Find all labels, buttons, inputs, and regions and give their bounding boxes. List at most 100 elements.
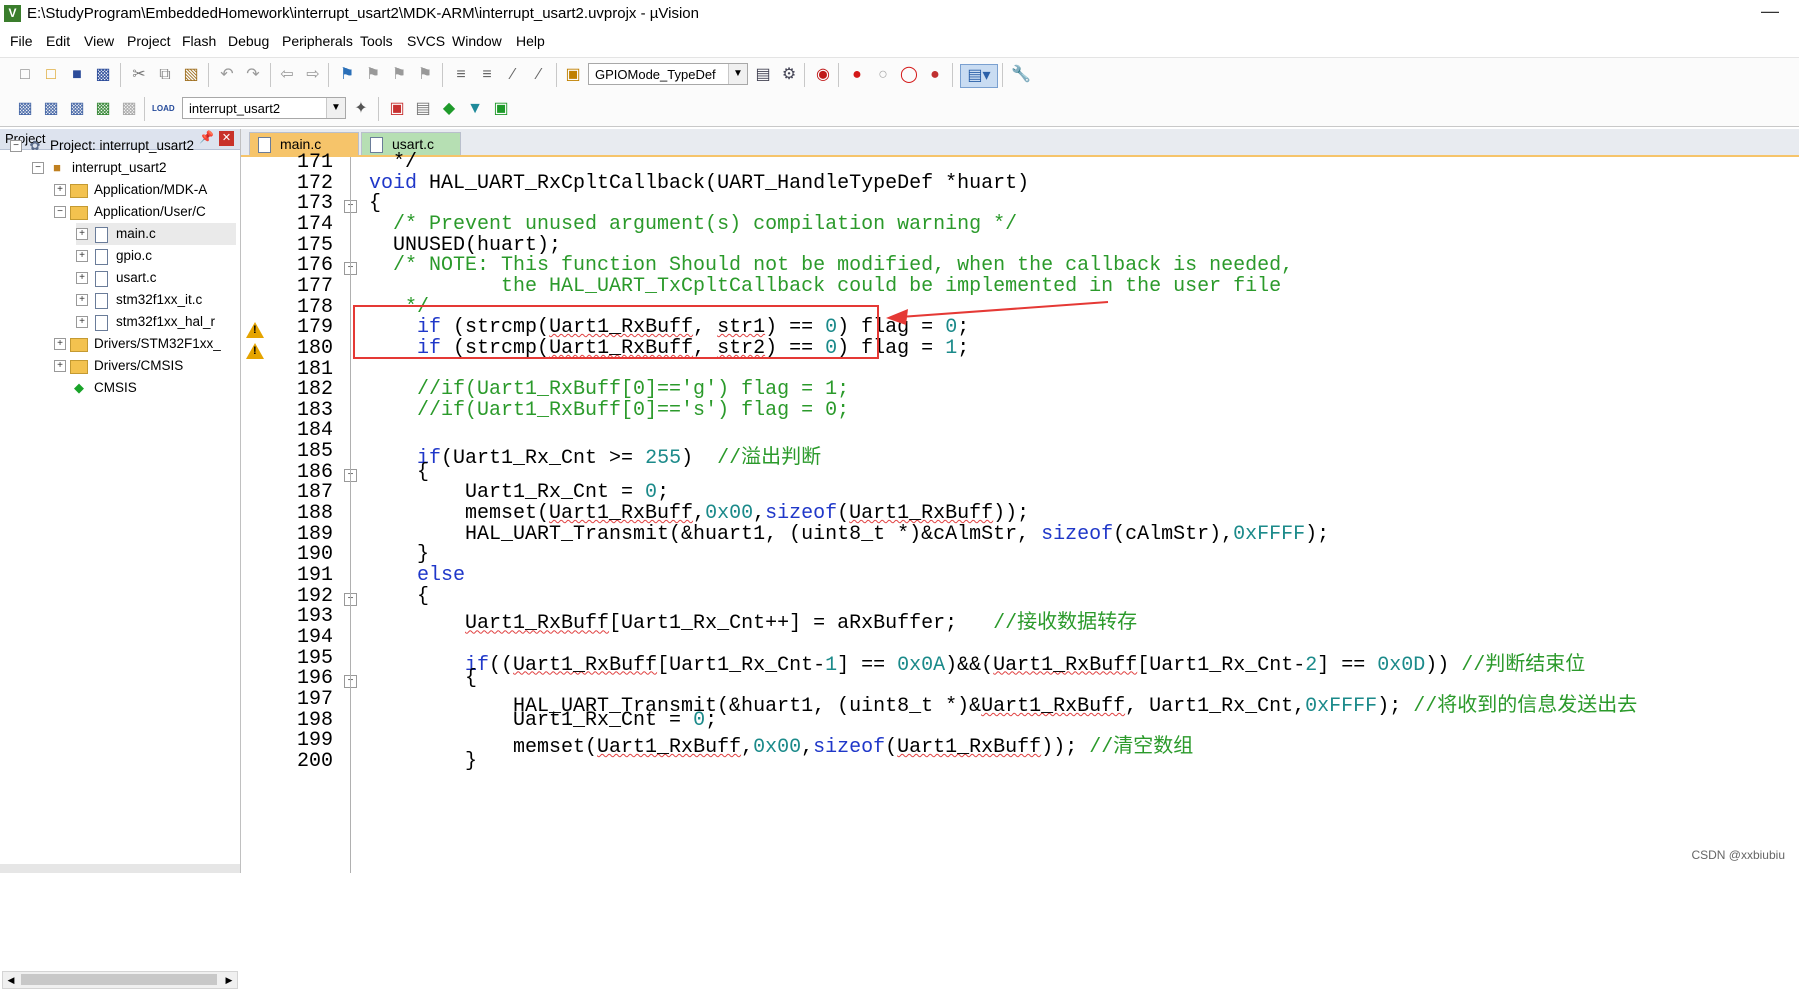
file-extensions-icon[interactable]: ▤ [412, 98, 434, 120]
code-line[interactable]: else [369, 564, 465, 587]
expand-icon[interactable]: + [54, 360, 66, 372]
undo-icon[interactable]: ↶ [216, 64, 238, 86]
target-options-icon[interactable]: ✦ [350, 98, 372, 120]
expand-icon[interactable]: + [76, 228, 88, 240]
code-line[interactable]: /* NOTE: This function Should not be mod… [369, 254, 1293, 277]
find-combo[interactable]: GPIOMode_TypeDef ▼ [588, 63, 748, 85]
expand-icon[interactable]: + [76, 250, 88, 262]
code-line[interactable]: if(Uart1_Rx_Cnt >= 255) //溢出判断 [369, 440, 821, 470]
unindent-icon[interactable]: ≡ [476, 64, 498, 86]
code-line[interactable]: */ [369, 151, 417, 174]
save-all-icon[interactable]: ▩ [92, 64, 114, 86]
menu-edit[interactable]: Edit [46, 33, 70, 49]
line-number: 198 [296, 708, 333, 732]
collapse-icon[interactable]: − [32, 162, 44, 174]
debug-settings-icon[interactable]: ⚙ [778, 64, 800, 86]
build-icon[interactable]: ▩ [40, 98, 62, 120]
translate-icon[interactable]: ▩ [14, 98, 36, 120]
menu-peripherals[interactable]: Peripherals [282, 33, 353, 49]
menu-tools[interactable]: Tools [360, 33, 393, 49]
tree-item-file[interactable]: + main.c [76, 223, 236, 245]
insert-breakpoint-icon[interactable]: ● [846, 64, 868, 86]
window-layout-icon[interactable]: ▤▾ [960, 64, 998, 88]
rebuild-icon[interactable]: ▩ [66, 98, 88, 120]
bookmark-prev-icon[interactable]: ⚑ [362, 64, 384, 86]
code-line[interactable]: Uart1_Rx_Cnt = 0; [369, 709, 717, 732]
expand-icon[interactable]: + [54, 338, 66, 350]
code-line[interactable]: { [369, 667, 477, 690]
menu-help[interactable]: Help [516, 33, 545, 49]
stop-build-icon[interactable]: ▩ [118, 98, 140, 120]
target-select[interactable]: interrupt_usart2 ▼ [182, 97, 346, 119]
configure-icon[interactable]: 🔧 [1010, 64, 1032, 86]
code-line[interactable]: memset(Uart1_RxBuff,0x00,sizeof(Uart1_Rx… [369, 729, 1193, 759]
bookmark-next-icon[interactable]: ⚑ [388, 64, 410, 86]
navigate-forward-icon[interactable]: ⇨ [302, 64, 324, 86]
download-load-icon[interactable]: LOAD [152, 98, 175, 120]
cut-icon[interactable]: ✂ [128, 64, 150, 86]
menu-svcs[interactable]: SVCS [407, 33, 445, 49]
redo-icon[interactable]: ↷ [242, 64, 264, 86]
navigate-back-icon[interactable]: ⇦ [276, 64, 298, 86]
manage-components-icon[interactable]: ▣ [386, 98, 408, 120]
code-line[interactable]: Uart1_RxBuff[Uart1_Rx_Cnt++] = aRxBuffer… [369, 605, 1137, 635]
indent-icon[interactable]: ≡ [450, 64, 472, 86]
expand-icon[interactable]: + [76, 316, 88, 328]
code-line[interactable]: the HAL_UART_TxCpltCallback could be imp… [369, 275, 1281, 298]
pack-installer-icon[interactable]: ▼ [464, 98, 486, 120]
find-in-files-icon[interactable]: ▣ [562, 64, 584, 86]
code-line[interactable]: //if(Uart1_RxBuff[0]=='s') flag = 0; [369, 399, 849, 422]
collapse-icon[interactable]: − [10, 140, 22, 152]
scroll-right-icon[interactable]: ▶ [221, 972, 237, 988]
close-icon[interactable]: ✕ [219, 131, 234, 146]
incremental-find-icon[interactable]: ▤ [752, 64, 774, 86]
expand-icon[interactable]: + [54, 184, 66, 196]
manage-run-time-icon[interactable]: ◆ [438, 98, 460, 120]
menu-debug[interactable]: Debug [228, 33, 269, 49]
code-line[interactable]: /* Prevent unused argument(s) compilatio… [369, 213, 1017, 236]
expand-icon[interactable]: + [76, 294, 88, 306]
code-line[interactable]: Uart1_Rx_Cnt = 0; [369, 481, 669, 504]
code-line[interactable]: UNUSED(huart); [369, 234, 561, 257]
horizontal-scrollbar[interactable]: ◀ ▶ [2, 971, 238, 989]
enable-breakpoint-icon[interactable]: ○ [872, 64, 894, 86]
menu-view[interactable]: View [84, 33, 114, 49]
new-file-icon[interactable]: □ [14, 64, 36, 86]
save-icon[interactable]: ■ [66, 64, 88, 86]
disable-breakpoints-icon[interactable]: ◯ [898, 64, 920, 86]
menu-file[interactable]: File [10, 33, 33, 49]
code-line[interactable]: //if(Uart1_RxBuff[0]=='g') flag = 1; [369, 378, 849, 401]
copy-icon[interactable]: ⧉ [154, 64, 176, 86]
bookmark-clear-icon[interactable]: ⚑ [414, 64, 436, 86]
collapse-icon[interactable]: − [54, 206, 66, 218]
paste-icon[interactable]: ▧ [180, 64, 202, 86]
code-editor[interactable]: */void HAL_UART_RxCpltCallback(UART_Hand… [241, 151, 1799, 873]
start-debug-icon[interactable]: ◉ [812, 64, 834, 86]
chevron-down-icon[interactable]: ▼ [728, 64, 747, 84]
code-line[interactable]: { [369, 461, 429, 484]
uncomment-icon[interactable]: ⁄ [528, 64, 550, 86]
comment-icon[interactable]: ⁄ [502, 64, 524, 86]
code-line[interactable]: if((Uart1_RxBuff[Uart1_Rx_Cnt-1] == 0x0A… [369, 647, 1585, 677]
batch-build-icon[interactable]: ▩ [92, 98, 114, 120]
menu-flash[interactable]: Flash [182, 33, 216, 49]
code-line[interactable]: void HAL_UART_RxCpltCallback(UART_Handle… [369, 172, 1029, 195]
chevron-down-icon[interactable]: ▼ [326, 98, 345, 118]
minimize-button[interactable]: — [1761, 1, 1779, 22]
code-line[interactable]: { [369, 192, 381, 215]
code-line[interactable]: HAL_UART_Transmit(&huart1, (uint8_t *)&c… [369, 523, 1329, 546]
code-line[interactable]: } [369, 750, 477, 773]
menu-project[interactable]: Project [127, 33, 171, 49]
bookmark-icon[interactable]: ⚑ [336, 64, 358, 86]
scroll-left-icon[interactable]: ◀ [3, 972, 19, 988]
open-folder-icon[interactable]: □ [40, 64, 62, 86]
kill-breakpoints-icon[interactable]: ● [924, 64, 946, 86]
code-line[interactable]: } [369, 543, 429, 566]
menu-window[interactable]: Window [452, 33, 502, 49]
pin-icon[interactable]: 📌 [199, 130, 214, 144]
code-line[interactable]: memset(Uart1_RxBuff,0x00,sizeof(Uart1_Rx… [369, 502, 1029, 525]
select-packs-icon[interactable]: ▣ [490, 98, 512, 120]
code-line[interactable]: { [369, 585, 429, 608]
expand-icon[interactable]: + [76, 272, 88, 284]
scrollbar-thumb[interactable] [21, 974, 217, 985]
